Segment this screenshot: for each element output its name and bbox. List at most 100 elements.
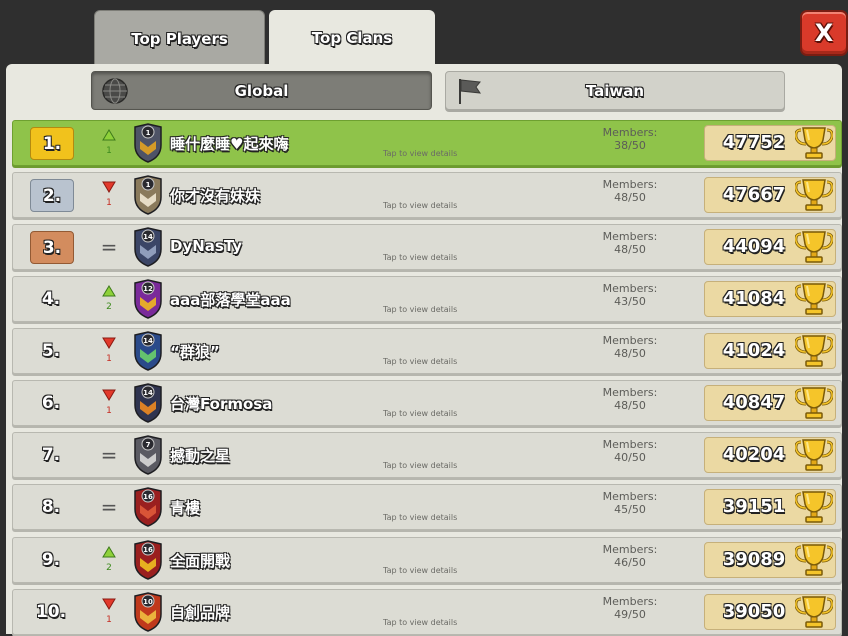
clan-badge-icon: 10	[133, 592, 163, 632]
trophy-icon	[795, 179, 833, 211]
tap-hint: Tap to view details	[383, 461, 458, 470]
members-value: 40/50	[614, 451, 646, 464]
clan-name: 青樓	[170, 499, 201, 517]
clan-name: 全面開戰	[170, 552, 231, 570]
rank-unchanged-indicator: =	[100, 443, 118, 467]
tab-top-players[interactable]: Top Players	[94, 10, 265, 67]
members-label: Members:	[602, 282, 658, 295]
arrow-up-icon	[102, 285, 116, 297]
members-label: Members:	[602, 490, 658, 503]
close-button[interactable]: X	[800, 10, 848, 56]
trophy-count: 40204	[722, 444, 786, 465]
clan-name: 台灣Formosa	[170, 395, 273, 413]
filter-local-label: Taiwan	[585, 81, 645, 100]
trophy-icon	[795, 596, 833, 628]
arrow-down-icon	[102, 181, 116, 193]
members-value: 43/50	[614, 295, 646, 308]
rank-number: 5.	[41, 341, 61, 361]
members-value: 48/50	[614, 191, 646, 204]
trophy-icon	[795, 335, 833, 367]
members-count: Members: 48/50	[593, 178, 667, 204]
rank-change-value: 2	[106, 563, 112, 573]
clan-name: 睡什麼睡♥起來嗨	[170, 135, 289, 153]
rank-change-value: 1	[106, 615, 112, 625]
rank-change-value: 1	[106, 146, 112, 156]
table-row[interactable]: 7. = 7 撼動之星 Tap to view details Members:…	[12, 432, 842, 478]
members-label: Members:	[602, 438, 658, 451]
table-row[interactable]: 2. 1 1 你才沒有妹妹 Tap to view details Member…	[12, 172, 842, 218]
trophy-icon	[795, 127, 833, 159]
members-count: Members: 45/50	[593, 490, 667, 516]
members-count: Members: 38/50	[593, 126, 667, 152]
rank-number: 2.	[30, 179, 74, 212]
members-count: Members: 40/50	[593, 438, 667, 464]
table-row[interactable]: 9. 2 16 全面開戰 Tap to view details Members…	[12, 537, 842, 583]
trophy-score: 44094	[704, 229, 836, 265]
arrow-down-icon	[102, 337, 116, 349]
rank-number: 7.	[41, 445, 61, 465]
tab-top-players-label: Top Players	[131, 30, 228, 48]
members-value: 48/50	[614, 347, 646, 360]
rank-up-indicator: 2	[99, 543, 119, 577]
rank-change-value: 1	[106, 198, 112, 208]
trophy-count: 41084	[722, 288, 786, 309]
clan-level: 14	[143, 389, 153, 397]
rank-unchanged-indicator: =	[100, 235, 118, 259]
rank-change-value: 2	[106, 302, 112, 312]
rank-number: 1.	[30, 127, 74, 160]
trophy-count: 47667	[722, 184, 786, 205]
members-label: Members:	[602, 543, 658, 556]
clan-badge-icon: 16	[133, 487, 163, 527]
trophy-count: 40847	[722, 392, 786, 413]
trophy-icon	[795, 544, 833, 576]
filter-global-button[interactable]: Global	[91, 71, 432, 110]
tap-hint: Tap to view details	[383, 357, 458, 366]
members-count: Members: 43/50	[593, 282, 667, 308]
clan-badge-icon: 14	[133, 331, 163, 371]
rank-up-indicator: 2	[99, 282, 119, 316]
trophy-score: 39151	[704, 489, 836, 525]
members-label: Members:	[602, 386, 658, 399]
clan-name: 撼動之星	[170, 447, 231, 465]
clan-level: 14	[143, 337, 153, 345]
globe-icon	[100, 76, 130, 110]
clan-level: 12	[143, 285, 153, 293]
trophy-score: 39089	[704, 542, 836, 578]
table-row[interactable]: 1. 1 1 睡什麼睡♥起來嗨 Tap to view details Memb…	[12, 120, 842, 166]
table-row[interactable]: 10. 1 10 自創品牌 Tap to view details Member…	[12, 589, 842, 635]
members-value: 45/50	[614, 503, 646, 516]
trophy-score: 41024	[704, 333, 836, 369]
rank-number: 6.	[41, 393, 61, 413]
tap-hint: Tap to view details	[383, 566, 458, 575]
table-row[interactable]: 8. = 16 青樓 Tap to view details Members: …	[12, 484, 842, 530]
tap-hint: Tap to view details	[383, 409, 458, 418]
tap-hint: Tap to view details	[383, 201, 458, 210]
tab-top-clans[interactable]: Top Clans	[269, 10, 435, 66]
tap-hint: Tap to view details	[383, 253, 458, 262]
filter-local-button[interactable]: Taiwan	[445, 71, 785, 110]
table-row[interactable]: 6. 1 14 台灣Formosa Tap to view details Me…	[12, 380, 842, 426]
arrow-up-icon	[102, 546, 116, 558]
members-count: Members: 48/50	[593, 386, 667, 412]
members-label: Members:	[602, 178, 658, 191]
tab-top-clans-label: Top Clans	[311, 29, 393, 47]
trophy-icon	[795, 283, 833, 315]
members-value: 48/50	[614, 399, 646, 412]
table-row[interactable]: 4. 2 12 aaa部落學堂aaa Tap to view details M…	[12, 276, 842, 322]
trophy-count: 41024	[722, 340, 786, 361]
clan-badge-icon: 14	[133, 383, 163, 423]
clan-level: 16	[143, 493, 153, 501]
rank-number: 8.	[41, 497, 61, 517]
rank-unchanged-indicator: =	[100, 495, 118, 519]
trophy-count: 44094	[722, 236, 786, 257]
rank-down-indicator: 1	[99, 334, 119, 368]
rank-number: 10.	[35, 602, 67, 622]
rank-down-indicator: 1	[99, 178, 119, 212]
clan-badge-icon: 1	[133, 123, 163, 163]
table-row[interactable]: 3. = 14 DyNasTy Tap to view details Memb…	[12, 224, 842, 270]
members-value: 38/50	[614, 139, 646, 152]
trophy-score: 47667	[704, 177, 836, 213]
clan-badge-icon: 12	[133, 279, 163, 319]
table-row[interactable]: 5. 1 14 “群狼” Tap to view details Members…	[12, 328, 842, 374]
arrow-down-icon	[102, 598, 116, 610]
